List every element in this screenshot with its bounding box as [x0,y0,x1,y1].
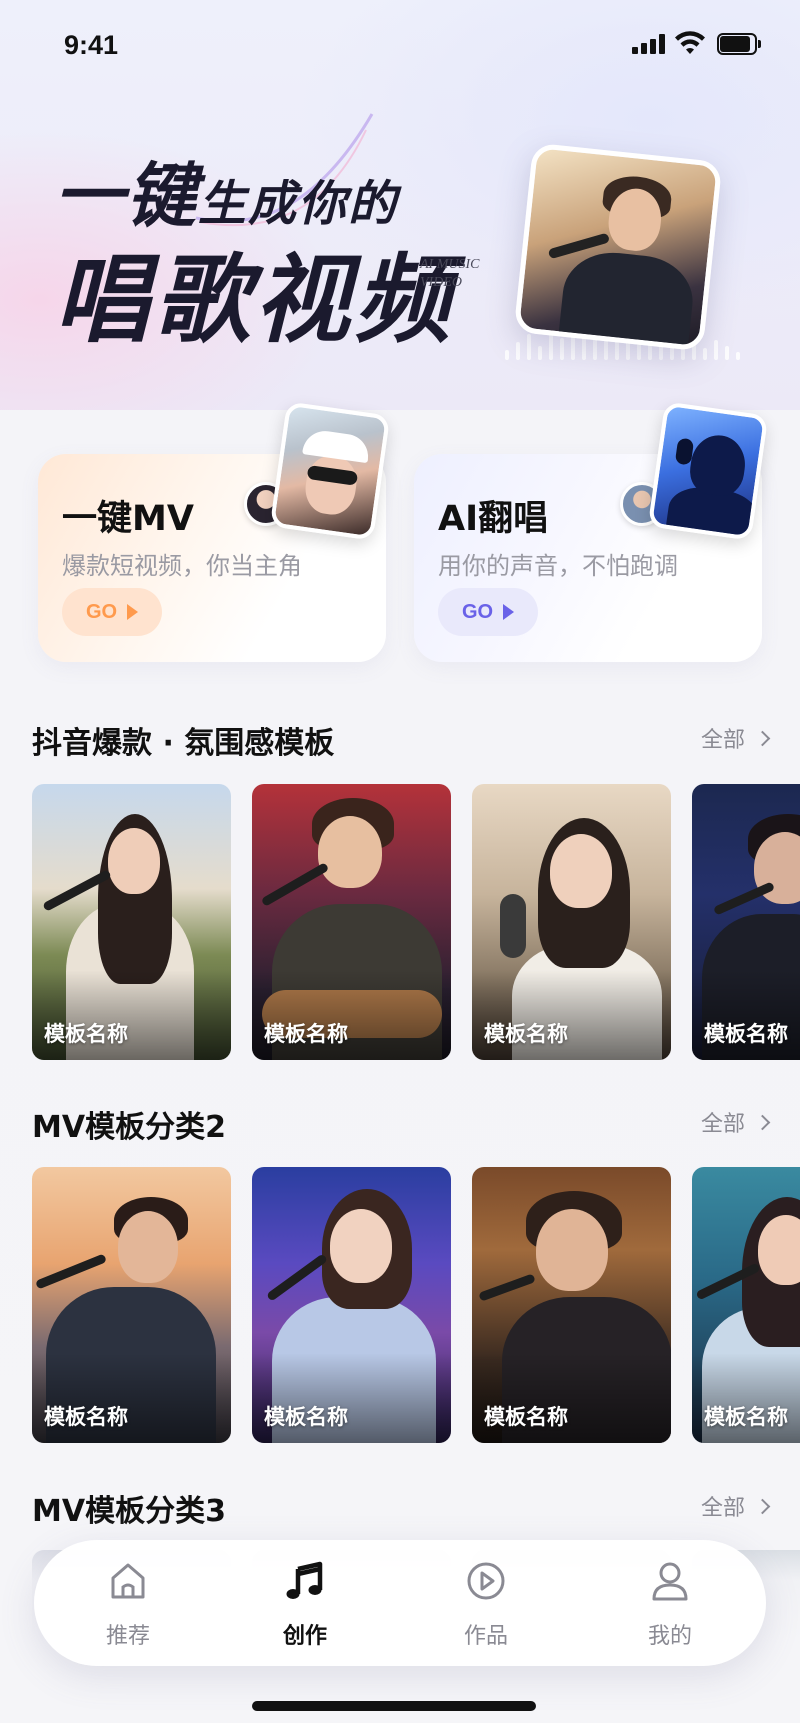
battery-icon [717,33,761,55]
nav-label: 推荐 [105,1624,150,1649]
sound-wave-bar [516,342,520,360]
play-arrow-icon [503,604,515,620]
chevron-right-icon [754,730,771,746]
section-title: 抖音爆款 · 氛围感模板 [32,726,335,761]
play-circle-icon [467,1562,505,1600]
nav-item-create[interactable]: 创作 [235,1540,375,1666]
template-card[interactable]: 模板名称 [32,1167,231,1443]
app-screen: 9:41 一键生成你的 唱歌视频 AI MUSIC VIDEO 一键MV 爆款短… [0,0,800,1723]
sound-wave-bar [505,350,509,360]
nav-label: 作品 [463,1624,508,1649]
go-button[interactable]: GO [438,588,538,636]
hero-title-line2: 唱歌视频 [54,243,454,356]
template-name: 模板名称 [484,1022,568,1046]
cellular-signal-icon [632,34,666,54]
template-card[interactable]: 模板名称 [32,784,231,1060]
status-time: 9:41 [64,30,119,60]
music-note-icon [286,1561,323,1599]
chevron-right-icon [754,1498,771,1514]
section-header: 抖音爆款 · 氛围感模板 全部 [32,718,772,761]
template-card[interactable]: 模板名称 [692,1167,800,1443]
view-all-label: 全部 [700,728,745,753]
play-arrow-icon [127,604,139,620]
section-header: MV模板分类2 全部 [32,1102,772,1145]
sound-wave-bar [560,338,564,360]
hero-banner[interactable]: 9:41 一键生成你的 唱歌视频 AI MUSIC VIDEO [0,0,800,410]
view-all-link[interactable]: 全部 [700,1490,771,1522]
go-button[interactable]: GO [62,588,162,636]
sound-wave-bar [725,346,729,360]
wifi-icon [675,31,705,54]
one-click-mv-card[interactable]: 一键MV 爆款短视频，你当主角 GO [38,401,391,662]
sound-wave-bar [714,340,718,360]
feature-subtitle: 爆款短视频，你当主角 [62,552,302,580]
hero-tagline-line1: AI MUSIC [420,257,480,272]
feature-photo [647,401,769,541]
go-label: GO [85,600,118,623]
nav-label: 我的 [647,1624,692,1649]
template-name: 模板名称 [44,1405,128,1429]
nav-label: 创作 [282,1624,327,1649]
template-name: 模板名称 [44,1022,128,1046]
view-all-label: 全部 [700,1112,745,1137]
template-card[interactable]: 模板名称 [252,1167,451,1443]
nav-item-works[interactable]: 作品 [416,1540,556,1666]
hero-singer-photo [513,142,723,352]
feature-subtitle: 用你的声音，不怕跑调 [438,552,678,580]
home-indicator[interactable] [252,1701,536,1711]
ai-cover-card[interactable]: AI翻唱 用你的声音，不怕跑调 GO [414,401,769,662]
go-label: GO [461,600,494,623]
feature-title: AI翻唱 [438,499,549,539]
sound-wave-bar [538,346,542,360]
template-card[interactable]: 模板名称 [252,784,451,1060]
template-row: 模板名称 模板名称 模板名称 模板名称 [32,1167,800,1443]
sound-wave-bar [527,334,531,360]
feature-title: 一键MV [62,499,194,539]
chevron-right-icon [754,1114,771,1130]
template-name: 模板名称 [264,1405,348,1429]
template-name: 模板名称 [264,1022,348,1046]
view-all-label: 全部 [700,1496,745,1521]
template-card[interactable]: 模板名称 [692,784,800,1060]
template-name: 模板名称 [484,1405,568,1429]
section-title: MV模板分类2 [32,1110,226,1145]
view-all-link[interactable]: 全部 [700,1106,771,1138]
bottom-nav: 推荐 创作 作品 我的 [34,1540,766,1666]
template-card[interactable]: 模板名称 [472,1167,671,1443]
template-card[interactable]: 模板名称 [472,784,671,1060]
feature-photo [269,401,391,541]
home-icon [111,1563,145,1599]
template-name: 模板名称 [704,1405,788,1429]
template-row: 模板名称 模板名称 模板名称 模板名称 [32,784,800,1060]
view-all-link[interactable]: 全部 [700,722,771,754]
nav-item-recommend[interactable]: 推荐 [58,1540,198,1666]
hero-tagline-line2: VIDEO [420,275,462,290]
status-bar: 9:41 [0,0,800,92]
nav-item-mine[interactable]: 我的 [600,1540,740,1666]
sound-wave-bar [703,348,707,360]
sound-wave-bar [736,352,740,360]
hero-tagline: AI MUSIC VIDEO [420,256,480,292]
template-name: 模板名称 [704,1022,788,1046]
user-icon [652,1562,688,1601]
